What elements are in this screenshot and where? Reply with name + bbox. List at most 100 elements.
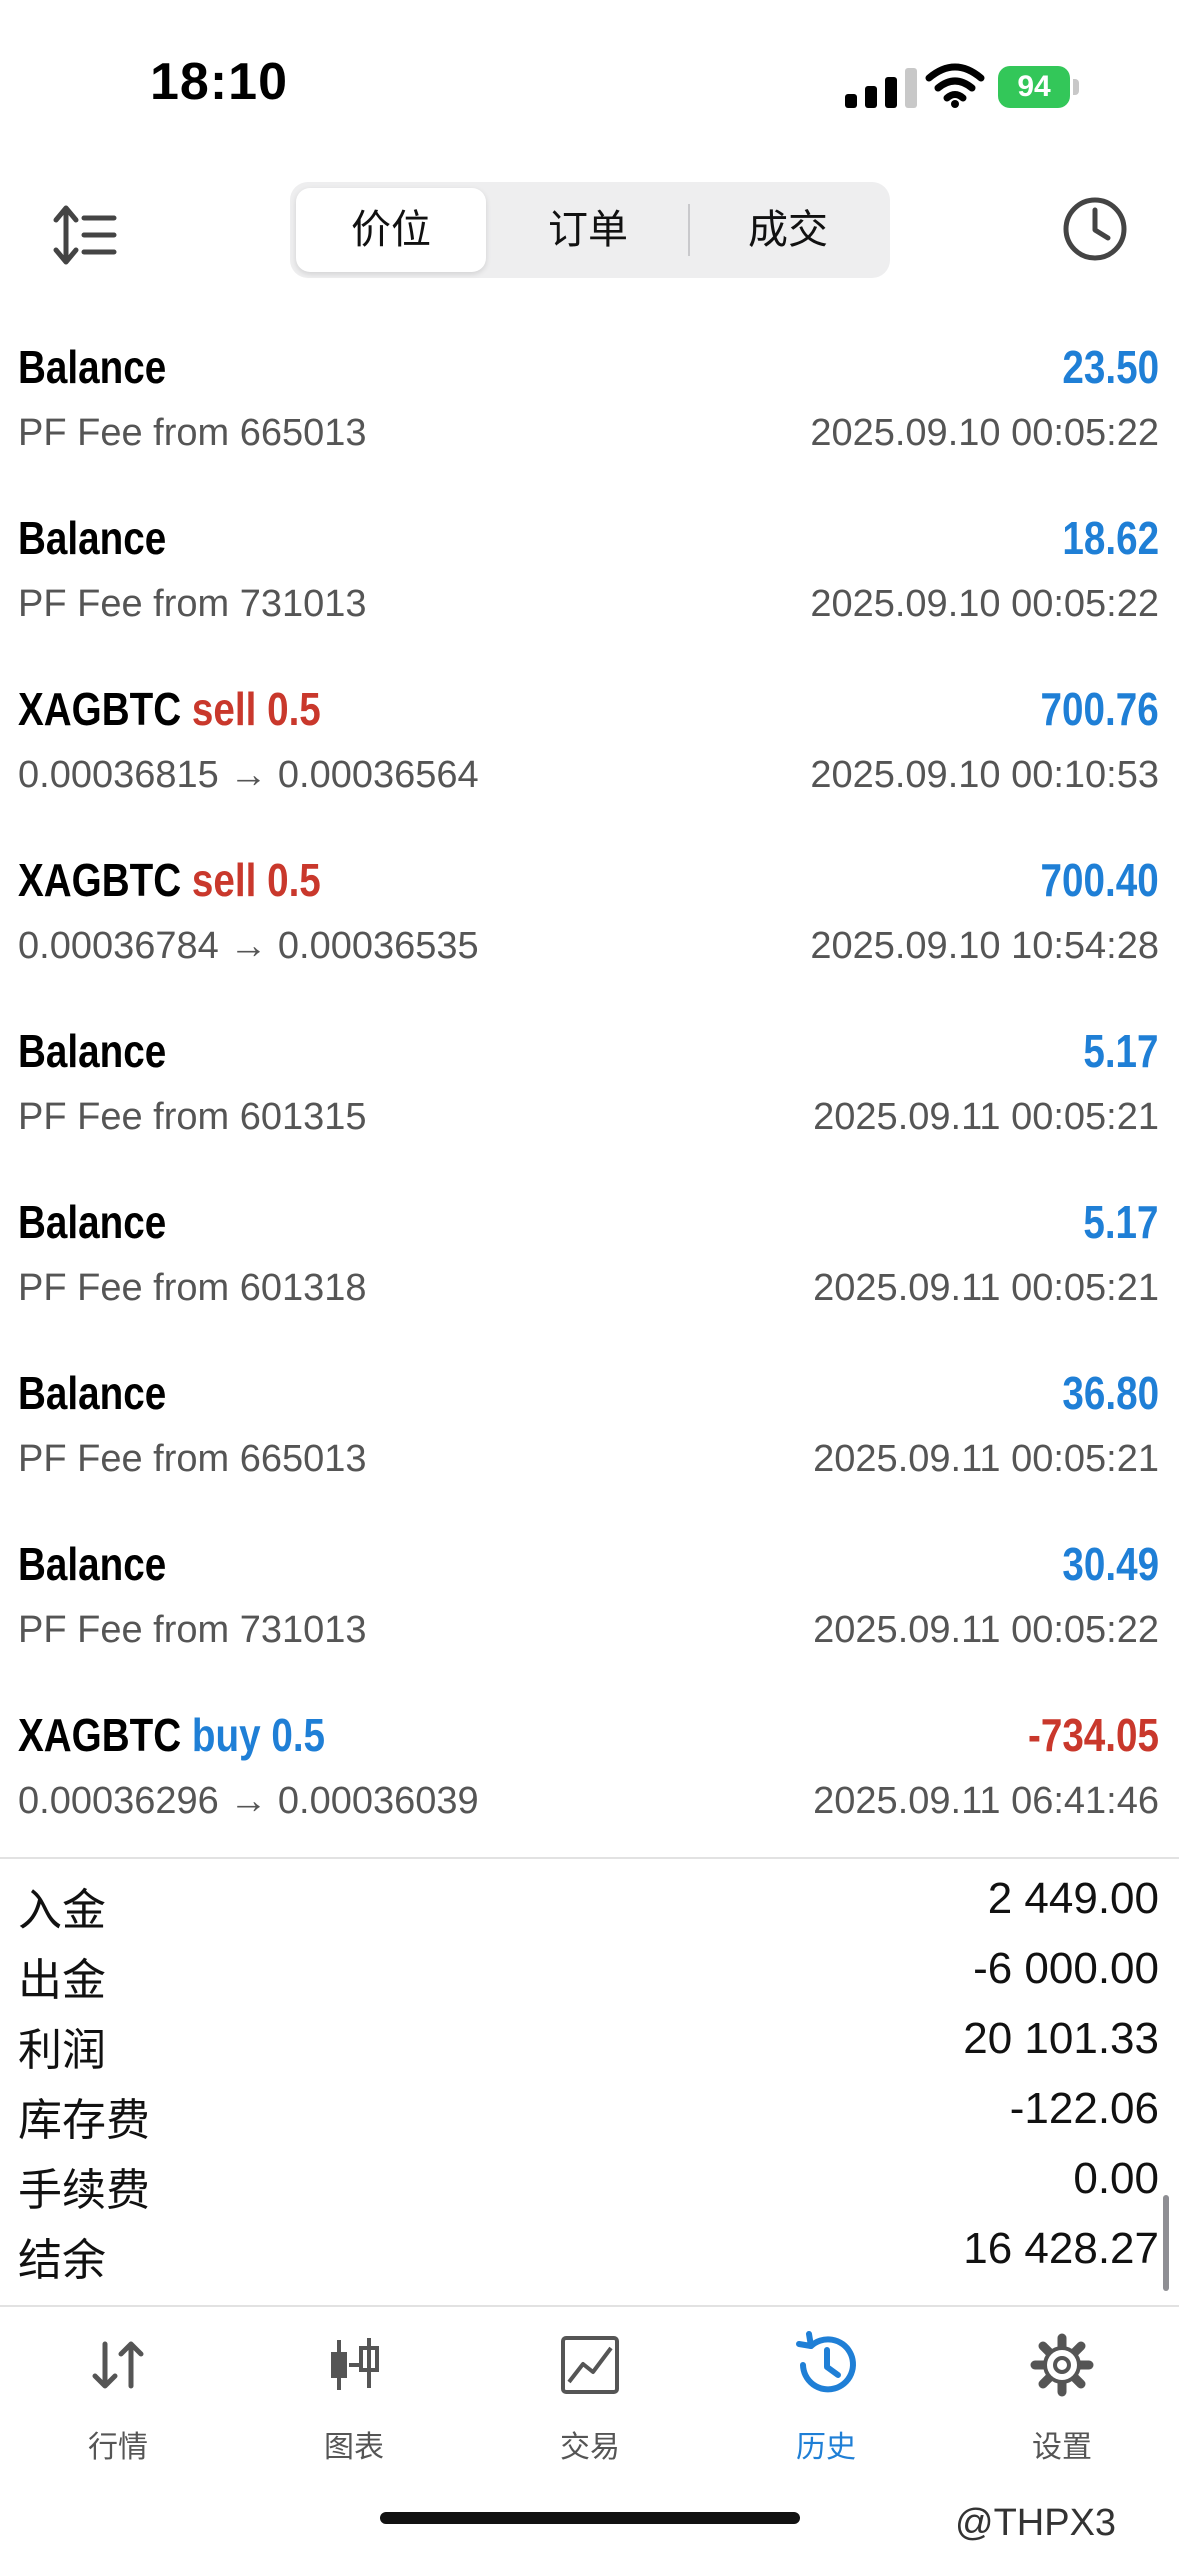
segmented-control: 价位 订单 成交 (290, 182, 890, 278)
row-symbol: XAGBTC (18, 1709, 182, 1761)
row-symbol: XAGBTC (18, 854, 182, 906)
row-detail: 0.00036784 → 0.00036535 (18, 925, 479, 967)
cellular-signal-icon (845, 68, 917, 108)
row-time: 2025.09.11 00:05:22 (813, 1609, 1159, 1651)
summary-label: 入金 (18, 1886, 106, 1935)
deal-row[interactable]: Balance 5.17 PF Fee from 601318 2025.09.11 … (0, 1185, 1179, 1356)
row-detail: PF Fee from 665013 (18, 412, 367, 454)
row-symbol: Balance (18, 1367, 167, 1419)
row-amount: 30.49 (1062, 1538, 1159, 1590)
row-title: Balance (18, 1195, 166, 1249)
row-symbol: Balance (18, 1196, 167, 1248)
row-symbol: Balance (18, 512, 167, 564)
row-time: 2025.09.11 00:05:21 (813, 1096, 1159, 1138)
row-title: Balance (18, 1366, 166, 1420)
row-amount: 700.76 (1040, 683, 1159, 735)
deal-row[interactable]: Balance 36.80 PF Fee from 665013 2025.09.11… (0, 1356, 1179, 1527)
row-time: 2025.09.10 00:05:22 (810, 412, 1159, 454)
tab-bar: 行情 图表 交易 历史 设置 (0, 2310, 1179, 2470)
summary-value: -6 000.00 (973, 1944, 1159, 1993)
tab-label: 历史 (796, 2431, 856, 2464)
tab-label: 交易 (560, 2431, 620, 2464)
tab-quotes[interactable]: 行情 (0, 2310, 236, 2470)
summary-row: 利润 20 101.33 (0, 2010, 1179, 2080)
summary-value: 16 428.27 (963, 2224, 1159, 2273)
summary-row: 库存费 -122.06 (0, 2080, 1179, 2150)
row-time: 2025.09.11 00:05:21 (813, 1438, 1159, 1480)
row-title: Balance (18, 511, 166, 565)
row-detail: PF Fee from 601315 (18, 1096, 367, 1138)
row-title: Balance (18, 340, 166, 394)
row-title: XAGBTC sell 0.5 (18, 853, 321, 907)
history-list: Balance 23.50 PF Fee from 665013 2025.09.10… (0, 330, 1179, 1869)
summary-label: 结余 (18, 2236, 106, 2285)
row-detail: PF Fee from 601318 (18, 1267, 367, 1309)
segment-positions[interactable]: 价位 (296, 188, 486, 272)
quotes-arrows-icon (92, 2341, 144, 2389)
tab-label: 设置 (1032, 2431, 1092, 2464)
row-time: 2025.09.10 10:54:28 (810, 925, 1159, 967)
clock-icon[interactable] (1060, 194, 1130, 264)
candlestick-chart-icon (331, 2338, 379, 2390)
battery-level: 94 (998, 66, 1070, 108)
summary-value: 20 101.33 (963, 2014, 1159, 2063)
tab-history[interactable]: 历史 (708, 2310, 944, 2470)
tab-trade[interactable]: 交易 (472, 2310, 708, 2470)
battery-icon: 94 (998, 66, 1080, 108)
row-time: 2025.09.10 00:10:53 (810, 754, 1159, 796)
summary-label: 出金 (18, 1956, 106, 2005)
summary-row: 入金 2 449.00 (0, 1870, 1179, 1940)
summary-panel: 入金 2 449.00 出金 -6 000.00 利润 20 101.33 库存费 -122.… (0, 1870, 1179, 2290)
scroll-indicator[interactable] (1163, 2195, 1169, 2291)
row-amount: 5.17 (1083, 1025, 1159, 1077)
deal-row[interactable]: XAGBTC buy 0.5 -734.05 0.00036296 → 0.0003… (0, 1698, 1179, 1869)
deal-row[interactable]: Balance 23.50 PF Fee from 665013 2025.09.10… (0, 330, 1179, 501)
battery-cap (1073, 79, 1079, 95)
tab-label: 图表 (324, 2431, 384, 2464)
summary-row: 出金 -6 000.00 (0, 1940, 1179, 2010)
deal-row[interactable]: XAGBTC sell 0.5 700.40 0.00036784 → 0.0003… (0, 843, 1179, 1014)
deal-row[interactable]: Balance 5.17 PF Fee from 601315 2025.09.11 … (0, 1014, 1179, 1185)
row-side: buy 0.5 (191, 1709, 326, 1761)
row-amount: 23.50 (1062, 341, 1159, 393)
deal-row[interactable]: Balance 18.62 PF Fee from 731013 2025.09.10… (0, 501, 1179, 672)
row-detail: PF Fee from 731013 (18, 583, 367, 625)
watermark-text: @THPX3 (955, 2502, 1117, 2544)
gear-icon (1030, 2333, 1094, 2397)
home-indicator[interactable] (380, 2512, 800, 2524)
summary-value: -122.06 (1009, 2084, 1159, 2133)
row-title: XAGBTC buy 0.5 (18, 1708, 325, 1762)
segment-deals[interactable]: 成交 (692, 188, 884, 272)
tabbar-divider (0, 2305, 1179, 2307)
row-amount: 18.62 (1062, 512, 1159, 564)
row-title: Balance (18, 1537, 166, 1591)
trade-chart-icon (561, 2336, 619, 2394)
summary-row: 手续费 0.00 (0, 2150, 1179, 2220)
row-time: 2025.09.11 06:41:46 (813, 1780, 1159, 1822)
tab-charts[interactable]: 图表 (236, 2310, 472, 2470)
row-symbol: Balance (18, 341, 167, 393)
row-symbol: XAGBTC (18, 683, 182, 735)
row-side: sell 0.5 (191, 683, 321, 735)
row-detail: PF Fee from 731013 (18, 1609, 367, 1651)
sort-icon[interactable] (50, 200, 120, 270)
row-symbol: Balance (18, 1538, 167, 1590)
row-amount: -734.05 (1027, 1709, 1159, 1761)
row-detail: 0.00036296 → 0.00036039 (18, 1780, 479, 1822)
tab-settings[interactable]: 设置 (944, 2310, 1179, 2470)
summary-row: 结余 16 428.27 (0, 2220, 1179, 2290)
row-time: 2025.09.11 00:05:21 (813, 1267, 1159, 1309)
row-side: sell 0.5 (191, 854, 321, 906)
summary-label: 利润 (18, 2026, 106, 2075)
tab-label: 行情 (88, 2431, 148, 2464)
summary-divider (0, 1857, 1179, 1859)
row-detail: 0.00036815 → 0.00036564 (18, 754, 479, 796)
segment-orders[interactable]: 订单 (490, 188, 686, 272)
deal-row[interactable]: XAGBTC sell 0.5 700.76 0.00036815 → 0.0003… (0, 672, 1179, 843)
row-amount: 700.40 (1040, 854, 1159, 906)
row-title: Balance (18, 1024, 166, 1078)
deal-row[interactable]: Balance 30.49 PF Fee from 731013 2025.09.11… (0, 1527, 1179, 1698)
row-time: 2025.09.10 00:05:22 (810, 583, 1159, 625)
row-amount: 5.17 (1083, 1196, 1159, 1248)
segment-divider (688, 204, 690, 256)
